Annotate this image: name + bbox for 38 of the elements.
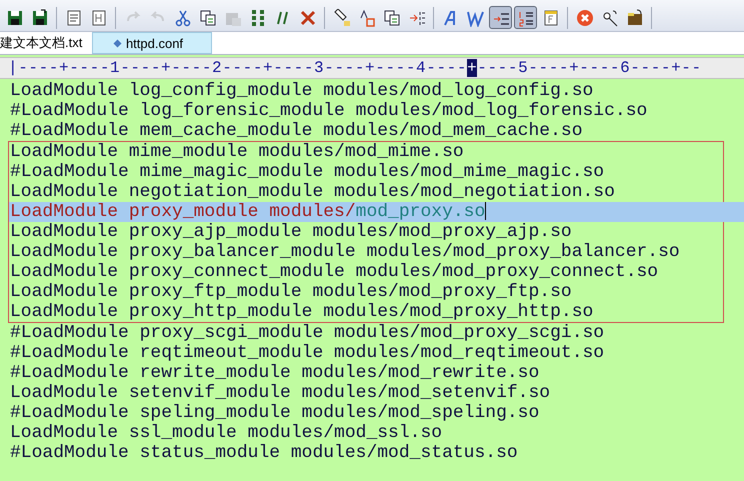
document-icon <box>64 8 82 26</box>
code-line: LoadModule proxy_balancer_module modules/mod_proxy_balancer.so <box>9 242 681 262</box>
indent-button[interactable] <box>489 6 512 29</box>
delete-icon <box>298 8 316 26</box>
code-line: LoadModule setenvif_module modules/mod_setenvif.so <box>9 383 552 403</box>
code-line: #LoadModule proxy_scgi_module modules/mod_proxy_scgi.so <box>9 323 606 343</box>
code-line: #LoadModule mem_cache_module modules/mod_mem_cache.so <box>9 121 584 141</box>
code-line: LoadModule proxy_ftp_module modules/mod_proxy_ftp.so <box>9 282 573 302</box>
pages-icon <box>382 8 400 26</box>
line-numbers-button[interactable] <box>514 6 537 29</box>
code-line: #LoadModule speling_module modules/mod_speling.so <box>9 403 540 423</box>
cut-icon <box>174 8 192 26</box>
code-line: #LoadModule status_module modules/mod_status.so <box>9 443 519 463</box>
code-line: #LoadModule log_forensic_module modules/mod_log_forensic.so <box>9 101 648 121</box>
ruler-scale: |----+----1----+----2----+----3----+----4---- <box>8 59 468 77</box>
code-line: LoadModule negotiation_module modules/mod_negotiation.so <box>9 182 616 202</box>
html-document-icon <box>90 8 108 26</box>
code-line: LoadModule proxy_ajp_module modules/mod_proxy_ajp.so <box>9 222 573 242</box>
code-line: #LoadModule mime_magic_module modules/mod_mime_magic.so <box>9 162 606 182</box>
folder-icon <box>626 8 644 26</box>
copy-icon <box>198 8 216 26</box>
frame-icon <box>542 8 560 26</box>
code-line: LoadModule ssl_module modules/mod_ssl.so <box>9 423 444 443</box>
save-icon <box>6 8 24 26</box>
code-line: LoadModule log_config_module modules/mod_log_config.so <box>9 81 594 101</box>
code-line: LoadModule mime_module modules/mod_mime.so <box>9 142 465 162</box>
code-line: #LoadModule reqtimeout_module modules/mod_reqtimeout.so <box>9 343 606 363</box>
code-line: LoadModule proxy_http_module modules/mod_proxy_http.so <box>9 302 594 322</box>
close-icon <box>576 8 594 26</box>
ruler-scale: ----5----+----6----+-- <box>477 59 702 77</box>
highlighter-icon <box>332 8 350 26</box>
diamond-icon <box>112 38 122 48</box>
save-all-icon <box>30 8 48 26</box>
ruler-cursor-marker: + <box>467 59 478 77</box>
code-line: LoadModule proxy_connect_module modules/mod_proxy_connect.so <box>9 262 660 282</box>
word-wrap-icon <box>466 8 484 26</box>
code-line: #LoadModule rewrite_module modules/mod_rewrite.so <box>9 363 540 383</box>
file-tab[interactable]: httpd.conf <box>92 32 212 54</box>
